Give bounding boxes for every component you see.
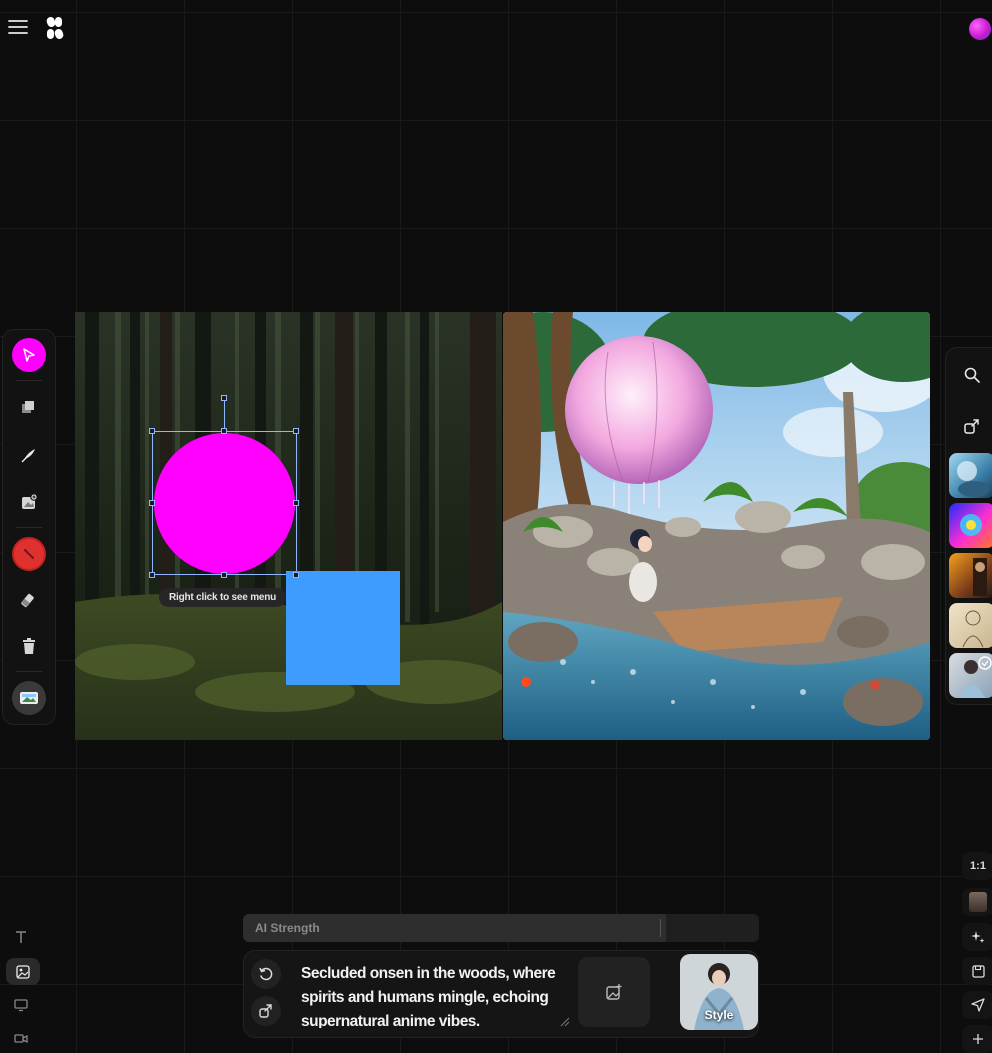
resize-handle-l[interactable]	[149, 500, 155, 506]
resize-handle-bl[interactable]	[149, 572, 155, 578]
style-thumbnail-2[interactable]	[949, 503, 992, 548]
prompt-input[interactable]: Secluded onsen in the woods, where spiri…	[301, 962, 561, 1028]
trash-icon	[21, 637, 37, 655]
eraser-icon	[20, 591, 38, 609]
user-avatar[interactable]	[969, 18, 991, 40]
add-button[interactable]	[962, 1025, 992, 1053]
left-toolbar	[2, 329, 56, 725]
menu-icon[interactable]	[8, 18, 30, 38]
video-icon	[14, 1031, 28, 1045]
style-portrait-icon	[969, 892, 987, 912]
pen-tool-button[interactable]	[12, 438, 46, 472]
add-image-tool-button[interactable]	[12, 485, 46, 519]
layers-icon	[20, 398, 38, 416]
resize-handle-r[interactable]	[293, 500, 299, 506]
eraser-button[interactable]	[12, 583, 46, 617]
resize-handle-tr[interactable]	[293, 428, 299, 434]
text-icon	[14, 930, 28, 944]
style-thumbnail-3[interactable]	[949, 553, 992, 598]
resize-handle-b[interactable]	[221, 572, 227, 578]
save-button[interactable]	[962, 957, 992, 985]
style-thumbnail-1[interactable]	[949, 453, 992, 498]
image-add-icon	[20, 493, 38, 511]
layers-button[interactable]	[12, 390, 46, 424]
resize-handle-t[interactable]	[221, 428, 227, 434]
background-image-button[interactable]	[12, 681, 46, 715]
color-picker-icon	[22, 547, 36, 561]
send-icon	[971, 998, 985, 1012]
monitor-icon	[14, 998, 28, 1012]
style-thumbnail-4[interactable]	[949, 603, 992, 648]
screen-mode-button[interactable]	[9, 993, 33, 1017]
image-icon	[19, 690, 39, 706]
save-icon	[971, 964, 985, 978]
search-icon[interactable]	[963, 366, 983, 386]
rotation-handle[interactable]	[221, 395, 227, 401]
send-button[interactable]	[962, 991, 992, 1019]
resize-grip-icon[interactable]	[560, 1017, 570, 1027]
delete-button[interactable]	[12, 629, 46, 663]
ai-strength-thumb[interactable]	[660, 919, 661, 937]
undo-button[interactable]	[251, 959, 281, 989]
image-icon	[16, 964, 30, 979]
context-menu-tooltip: Right click to see menu	[159, 588, 287, 607]
ai-strength-slider[interactable]: AI Strength	[243, 914, 759, 942]
swap-button[interactable]	[251, 996, 281, 1026]
text-tool-button[interactable]	[9, 925, 33, 949]
style-thumbnail-5[interactable]	[949, 653, 992, 698]
select-tool-button[interactable]	[12, 338, 46, 372]
krea-logo[interactable]	[44, 16, 66, 40]
blue-square-shape[interactable]	[286, 571, 400, 685]
share-icon[interactable]	[963, 417, 983, 437]
generated-anime-onsen-image[interactable]	[503, 312, 930, 740]
resize-handle-tl[interactable]	[149, 428, 155, 434]
selection-box	[152, 431, 297, 575]
enhance-button[interactable]	[962, 923, 992, 951]
cursor-icon	[21, 347, 37, 363]
undo-icon	[258, 966, 274, 982]
ai-strength-label: AI Strength	[255, 921, 320, 935]
video-mode-button[interactable]	[9, 1026, 33, 1050]
sparkle-icon	[971, 930, 985, 944]
style-button[interactable]: Style	[680, 954, 758, 1030]
aspect-ratio-label: 1:1	[970, 860, 986, 872]
add-image-icon	[605, 983, 623, 1001]
aspect-ratio-button[interactable]: 1:1	[962, 852, 992, 880]
image-mode-button[interactable]	[6, 958, 40, 985]
color-picker-button[interactable]	[12, 537, 46, 571]
pen-icon	[20, 446, 38, 464]
add-image-button[interactable]	[578, 957, 650, 1027]
resize-handle-br[interactable]	[293, 572, 299, 578]
rotation-handle-line	[224, 398, 225, 431]
style-portrait-button[interactable]	[962, 888, 992, 916]
add-icon	[972, 1033, 984, 1045]
style-label: Style	[704, 1008, 734, 1022]
swap-icon	[258, 1003, 274, 1019]
